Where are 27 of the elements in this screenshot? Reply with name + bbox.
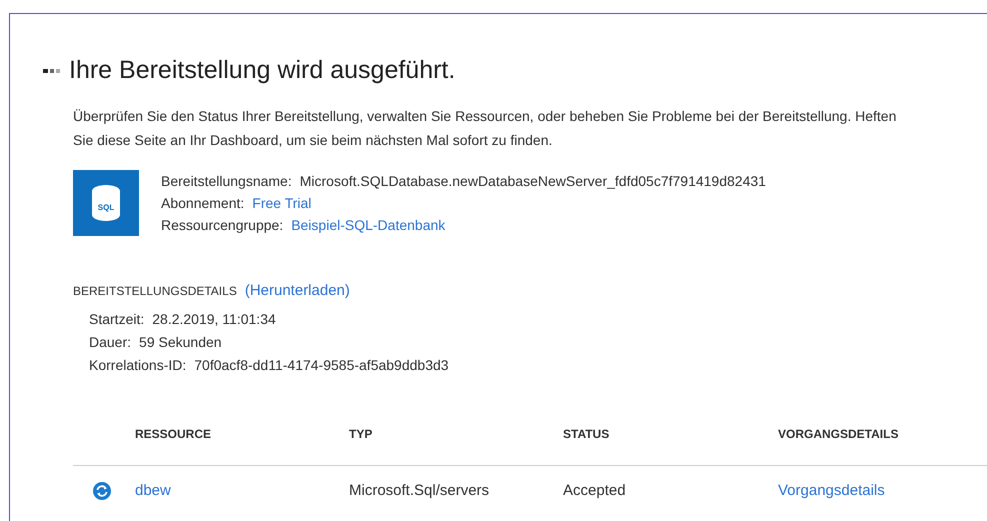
field-link[interactable]: Beispiel-SQL-Datenbank [291,214,446,236]
column-header: RESSOURCE [135,427,212,441]
field-value: Microsoft.SQLDatabase.newDatabaseNewServer_fdfd05c7f791419d82431 [300,172,766,191]
field-link[interactable]: Free Trial [252,192,312,214]
field-label: Bereitstellungsname: [161,172,292,191]
table-cell: Accepted [563,482,626,499]
column-header: TYP [349,427,372,441]
details-link[interactable]: Vorgangsdetails [778,482,885,499]
field-label: Ressourcengruppe: [161,216,284,235]
section-heading: BEREITSTELLUNGSDETAILS [73,282,237,300]
detail-value: 70f0acf8-dd11-4174-9585-af5ab9ddb3d3 [194,356,449,375]
detail-label: Korrelations-ID: [89,356,186,375]
refresh-icon [93,482,111,500]
column-header: VORGANGSDETAILS [778,427,898,441]
page-title: Ihre Bereitstellung wird ausgeführt. [69,55,456,86]
detail-value: 59 Sekunden [139,333,222,352]
description-text: Überprüfen Sie den Status Ihrer Bereitstellung, verwalten Sie Ressourcen, oder beheben Sie Probleme bei der Bereitstellung. Heften Sie diese Seite an Ihr Dashboard, um sie beim nächsten Mal sofort zu finden. [73,106,898,150]
resource-link[interactable]: dbew [135,482,171,499]
table-cell: Microsoft.Sql/servers [349,482,490,499]
sql-database-icon: SQL [73,170,139,236]
download-link[interactable]: (Herunterladen) [244,280,350,302]
progress-dots-icon [43,68,63,74]
field-label: Abonnement: [161,194,244,212]
detail-label: Startzeit: [89,310,144,329]
column-header: STATUS [563,427,610,441]
detail-value: 28.2.2019, 11:01:34 [152,310,276,329]
detail-label: Dauer: [89,333,132,352]
